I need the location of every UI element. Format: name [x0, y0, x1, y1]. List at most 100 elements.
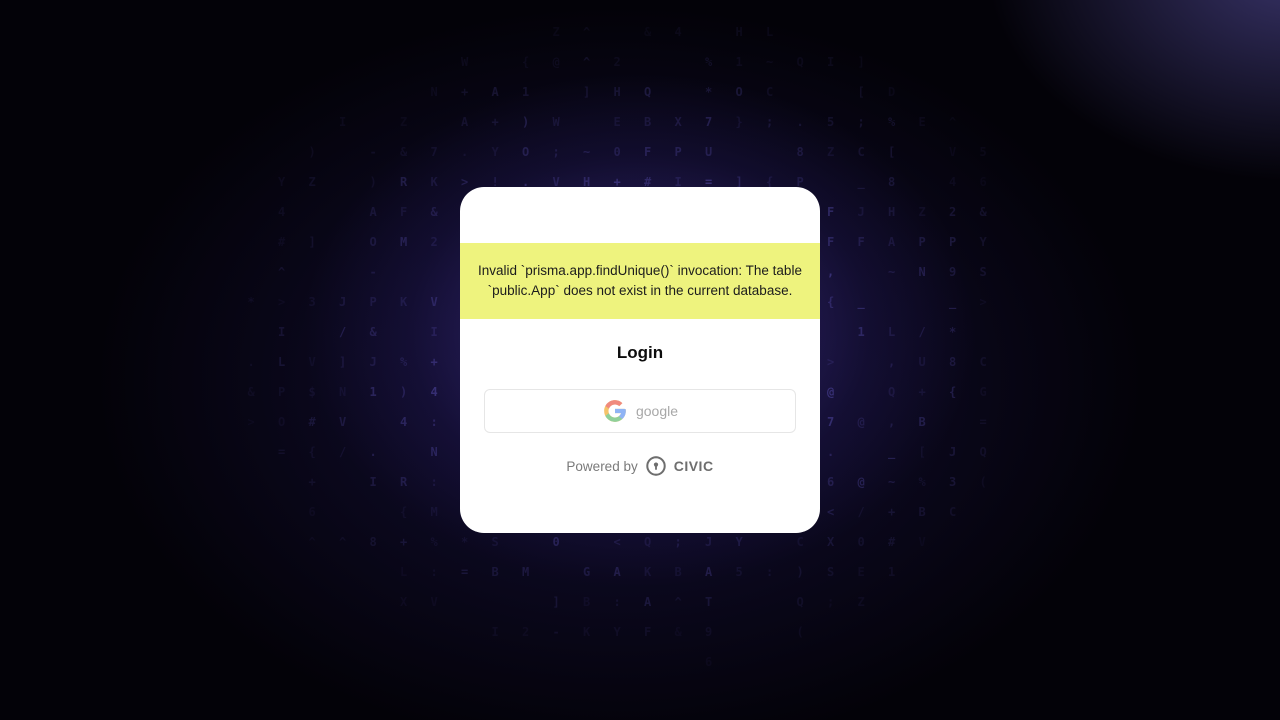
matrix-glyph: P: [369, 295, 377, 309]
matrix-glyph: &: [979, 205, 987, 219]
matrix-glyph: @: [827, 385, 835, 399]
matrix-glyph: N: [918, 265, 926, 279]
matrix-glyph: A: [461, 115, 469, 129]
matrix-glyph: ^: [674, 595, 682, 609]
matrix-glyph: <: [827, 505, 835, 519]
matrix-glyph: 4: [278, 205, 286, 219]
matrix-glyph: +: [461, 85, 469, 99]
matrix-glyph: W: [552, 115, 560, 129]
matrix-glyph: 4: [674, 25, 682, 39]
matrix-glyph: M: [400, 235, 408, 249]
matrix-glyph: >: [827, 355, 835, 369]
matrix-glyph: S: [491, 535, 499, 549]
matrix-glyph: ,: [888, 355, 896, 369]
matrix-glyph: %: [400, 355, 408, 369]
matrix-glyph: Y: [735, 535, 743, 549]
matrix-glyph: C: [949, 505, 957, 519]
matrix-glyph: ~: [888, 265, 896, 279]
matrix-glyph: H: [613, 85, 621, 99]
matrix-glyph: K: [583, 625, 591, 639]
matrix-glyph: &: [247, 385, 255, 399]
matrix-glyph: Y: [278, 175, 286, 189]
matrix-glyph: Y: [979, 235, 987, 249]
matrix-glyph: #: [888, 535, 896, 549]
matrix-glyph: L: [888, 325, 896, 339]
matrix-glyph: B: [583, 595, 591, 609]
matrix-glyph: >: [278, 295, 286, 309]
matrix-glyph: 2: [430, 235, 438, 249]
matrix-glyph: Q: [979, 445, 987, 459]
matrix-glyph: }: [735, 115, 743, 129]
matrix-glyph: W: [461, 55, 469, 69]
matrix-glyph: P: [949, 235, 957, 249]
matrix-glyph: F: [644, 625, 652, 639]
matrix-glyph: =: [461, 565, 469, 579]
matrix-glyph: ;: [827, 595, 835, 609]
matrix-glyph: J: [705, 535, 713, 549]
matrix-glyph: #: [278, 235, 286, 249]
matrix-glyph: B: [918, 505, 926, 519]
matrix-glyph: 5: [979, 145, 987, 159]
matrix-glyph: &: [430, 205, 438, 219]
matrix-glyph: A: [613, 565, 621, 579]
matrix-glyph: U: [918, 355, 926, 369]
matrix-glyph: .: [369, 445, 377, 459]
matrix-glyph: Z: [552, 25, 560, 39]
matrix-glyph: F: [400, 205, 408, 219]
matrix-glyph: ~: [766, 55, 774, 69]
matrix-glyph: ;: [552, 145, 560, 159]
matrix-glyph: 8: [888, 175, 896, 189]
matrix-glyph: 1: [735, 55, 743, 69]
matrix-glyph: A: [888, 235, 896, 249]
matrix-glyph: T: [705, 595, 713, 609]
matrix-glyph: K: [644, 565, 652, 579]
matrix-glyph: -: [552, 625, 560, 639]
matrix-glyph: Z: [827, 145, 835, 159]
matrix-glyph: P: [278, 385, 286, 399]
matrix-glyph: O: [522, 145, 530, 159]
powered-by-footer: Powered by CIVIC: [460, 455, 820, 477]
matrix-glyph: V: [339, 415, 347, 429]
matrix-glyph: %: [918, 475, 926, 489]
matrix-glyph: ^: [278, 265, 286, 279]
matrix-glyph: +: [491, 115, 499, 129]
matrix-glyph: .: [796, 115, 804, 129]
matrix-glyph: I: [430, 325, 438, 339]
matrix-glyph: 6: [827, 475, 835, 489]
matrix-glyph: Q: [888, 385, 896, 399]
matrix-glyph: @: [857, 475, 865, 489]
matrix-glyph: 7: [827, 415, 835, 429]
matrix-glyph: &: [400, 145, 408, 159]
matrix-glyph: N: [430, 445, 438, 459]
matrix-glyph: V: [430, 295, 438, 309]
matrix-glyph: P: [674, 145, 682, 159]
page-background: Z ^ & 4 H L W {@ ^ 2% 1 ~ Q I] N + A 1] H Q * O C [D I Z A +) W E B X 7}…: [0, 0, 1280, 720]
matrix-glyph: _: [857, 175, 865, 189]
matrix-glyph: I: [491, 625, 499, 639]
matrix-glyph: _: [857, 295, 865, 309]
matrix-glyph: C: [857, 145, 865, 159]
matrix-glyph: 2: [613, 55, 621, 69]
matrix-glyph: 4: [430, 385, 438, 399]
matrix-glyph: Y: [613, 625, 621, 639]
matrix-glyph: +: [400, 535, 408, 549]
matrix-glyph: %: [705, 55, 713, 69]
matrix-glyph: 0: [613, 145, 621, 159]
matrix-glyph: *: [461, 535, 469, 549]
matrix-glyph: 0: [552, 535, 560, 549]
matrix-glyph: V: [918, 535, 926, 549]
matrix-glyph: I: [339, 115, 347, 129]
google-login-button[interactable]: google: [484, 389, 796, 433]
matrix-glyph: I: [369, 475, 377, 489]
matrix-glyph: B: [674, 565, 682, 579]
matrix-glyph: Q: [644, 85, 652, 99]
matrix-glyph: :: [613, 595, 621, 609]
matrix-glyph: :: [430, 415, 438, 429]
matrix-glyph: @: [552, 55, 560, 69]
matrix-glyph: 1: [369, 385, 377, 399]
matrix-glyph: V: [949, 145, 957, 159]
matrix-glyph: /: [339, 445, 347, 459]
matrix-glyph: 8: [949, 355, 957, 369]
matrix-glyph: A: [644, 595, 652, 609]
matrix-glyph: %: [430, 535, 438, 549]
